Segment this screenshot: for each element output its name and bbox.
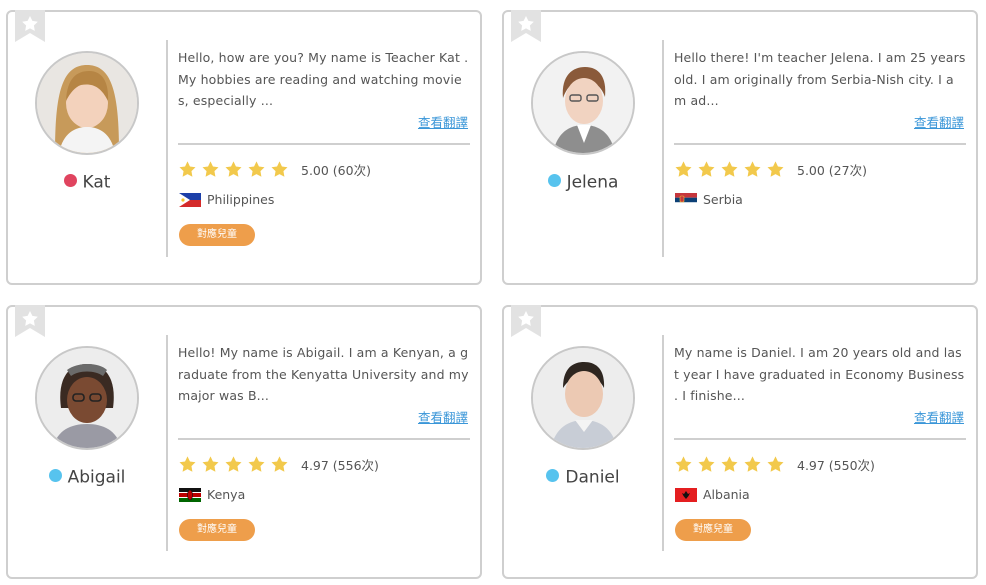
kenya-flag-icon <box>179 487 201 502</box>
teacher-avatar[interactable] <box>531 346 635 450</box>
kids-support-button[interactable]: 對應兒童 <box>675 519 751 541</box>
teacher-name-row[interactable]: Jelena <box>504 172 662 193</box>
country-row: Philippines <box>179 192 274 207</box>
view-translation-link[interactable]: 查看翻譯 <box>418 407 468 426</box>
star-icon <box>675 160 692 177</box>
rating-row: 5.00 (27次) <box>674 158 867 180</box>
favorite-star-bookmark-icon[interactable] <box>511 10 541 42</box>
star-icon <box>698 455 715 472</box>
teacher-name: Jelena <box>566 172 619 193</box>
teacher-card[interactable]: Kat Hello, how are you? My name is Teach… <box>6 10 482 285</box>
kids-support-button[interactable]: 對應兒童 <box>179 519 255 541</box>
star-icon <box>271 160 288 177</box>
vertical-divider <box>166 335 168 551</box>
favorite-star-bookmark-icon[interactable] <box>511 305 541 337</box>
rating-row: 4.97 (556次) <box>178 453 379 475</box>
kids-support-button[interactable]: 對應兒童 <box>179 224 255 246</box>
star-icon <box>225 455 242 472</box>
star-icon <box>675 455 692 472</box>
star-icon <box>225 160 242 177</box>
star-icon <box>721 455 738 472</box>
view-translation-link[interactable]: 查看翻譯 <box>914 112 964 131</box>
horizontal-divider <box>674 438 966 440</box>
star-rating <box>178 455 293 474</box>
star-icon <box>721 160 738 177</box>
country-row: Serbia <box>675 192 743 207</box>
favorite-star-bookmark-icon[interactable] <box>15 305 45 337</box>
star-icon <box>248 455 265 472</box>
serbia-flag-icon <box>675 192 697 207</box>
star-icon <box>248 160 265 177</box>
rating-text: 5.00 (27次) <box>797 162 867 178</box>
star-icon <box>179 160 196 177</box>
philippines-flag-icon <box>179 192 201 207</box>
teacher-name-row[interactable]: Kat <box>8 172 166 193</box>
star-icon <box>767 455 784 472</box>
horizontal-divider <box>674 143 966 145</box>
horizontal-divider <box>178 438 470 440</box>
country-row: Kenya <box>179 487 245 502</box>
teacher-bio: Hello! My name is Abigail. I am a Kenyan… <box>178 345 469 403</box>
vertical-divider <box>662 40 664 257</box>
rating-text: 4.97 (550次) <box>797 457 875 473</box>
horizontal-divider <box>178 143 470 145</box>
teacher-name: Kat <box>82 172 111 193</box>
vertical-divider <box>166 40 168 257</box>
star-icon <box>202 160 219 177</box>
star-icon <box>698 160 715 177</box>
teacher-bio: Hello, how are you? My name is Teacher K… <box>178 50 469 108</box>
country-name: Philippines <box>207 192 275 207</box>
teacher-card[interactable]: Jelena Hello there! I'm teacher Jelena. … <box>502 10 978 285</box>
teacher-avatar[interactable] <box>35 346 139 450</box>
view-translation-link[interactable]: 查看翻譯 <box>418 112 468 131</box>
teacher-avatar[interactable] <box>531 51 635 155</box>
star-rating <box>674 455 789 474</box>
view-translation-link[interactable]: 查看翻譯 <box>914 407 964 426</box>
albania-flag-icon <box>675 487 697 502</box>
status-dot <box>547 174 561 187</box>
teacher-card[interactable]: Daniel My name is Daniel. I am 20 years … <box>502 305 978 579</box>
teacher-bio: My name is Daniel. I am 20 years old and… <box>674 345 965 403</box>
rating-row: 5.00 (60次) <box>178 158 371 180</box>
rating-text: 4.97 (556次) <box>301 457 379 473</box>
star-rating <box>178 160 293 179</box>
teacher-avatar[interactable] <box>35 51 139 155</box>
rating-text: 5.00 (60次) <box>301 162 371 178</box>
vertical-divider <box>662 335 664 551</box>
country-name: Serbia <box>703 192 743 207</box>
teacher-card[interactable]: Abigail Hello! My name is Abigail. I am … <box>6 305 482 579</box>
rating-row: 4.97 (550次) <box>674 453 875 475</box>
star-icon <box>767 160 784 177</box>
star-icon <box>744 455 761 472</box>
status-dot <box>546 469 560 482</box>
favorite-star-bookmark-icon[interactable] <box>15 10 45 42</box>
star-icon <box>744 160 761 177</box>
teacher-name: Abigail <box>67 467 126 488</box>
star-rating <box>674 160 789 179</box>
status-dot <box>48 469 62 482</box>
teacher-name-row[interactable]: Daniel <box>504 467 662 488</box>
star-icon <box>271 455 288 472</box>
teacher-name-row[interactable]: Abigail <box>8 467 166 488</box>
teacher-name: Daniel <box>565 467 620 488</box>
teacher-bio: Hello there! I'm teacher Jelena. I am 25… <box>674 50 966 108</box>
star-icon <box>179 455 196 472</box>
star-icon <box>202 455 219 472</box>
country-row: Albania <box>675 487 750 502</box>
status-dot <box>63 174 77 187</box>
country-name: Albania <box>703 487 750 502</box>
country-name: Kenya <box>207 487 246 502</box>
